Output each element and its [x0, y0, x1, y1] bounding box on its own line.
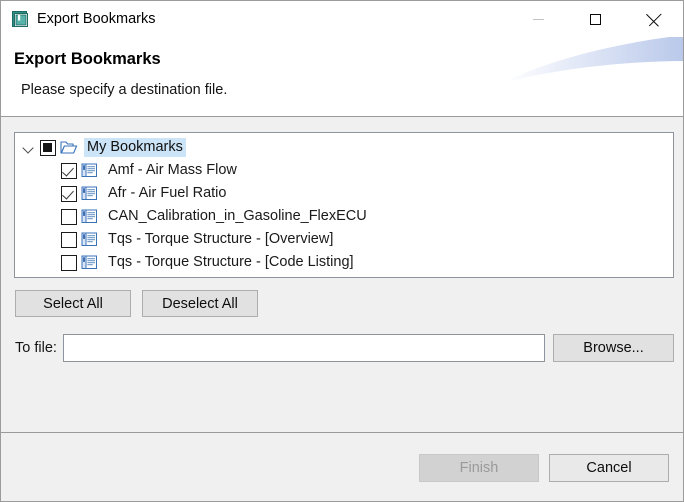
bookmarks-export-icon	[11, 10, 30, 29]
tree-root-checkbox[interactable]	[40, 139, 56, 156]
minimize-icon	[532, 18, 544, 20]
tree-item-label: Tqs - Torque Structure - [Code Listing]	[108, 254, 354, 270]
open-folder-icon	[60, 140, 79, 156]
tree-item-checkbox[interactable]	[61, 208, 77, 225]
tree-item-checkbox[interactable]	[61, 162, 77, 179]
tree-root-label: My Bookmarks	[84, 138, 186, 157]
browse-button[interactable]: Browse...	[553, 334, 674, 362]
tree-item-label: Amf - Air Mass Flow	[108, 162, 237, 178]
tree-item-checkbox[interactable]	[61, 185, 77, 202]
tree-root-item[interactable]: My Bookmarks	[15, 136, 673, 159]
tree-item[interactable]: CAN_Calibration_in_Gasoline_FlexECU	[15, 205, 673, 228]
chevron-down-icon[interactable]	[21, 140, 37, 156]
close-icon	[648, 13, 661, 26]
tree-item[interactable]: Tqs - Torque Structure - [Code Listing]	[15, 251, 673, 274]
tree-item[interactable]: Afr - Air Fuel Ratio	[15, 182, 673, 205]
tree-item-checkbox[interactable]	[61, 254, 77, 271]
cancel-button[interactable]: Cancel	[549, 454, 669, 482]
bookmark-document-icon	[81, 209, 100, 225]
to-file-label: To file:	[15, 340, 57, 356]
tree-item[interactable]: Amf - Air Mass Flow	[15, 159, 673, 182]
title-bar: Export Bookmarks	[1, 0, 683, 37]
tree-item-label: Tqs - Torque Structure - [Overview]	[108, 231, 334, 247]
deselect-all-button[interactable]: Deselect All	[142, 290, 258, 317]
to-file-input[interactable]	[63, 334, 545, 362]
tree-item[interactable]: Tqs - Torque Structure - [Overview]	[15, 228, 673, 251]
header-swoosh-decoration	[503, 37, 683, 83]
maximize-button[interactable]	[572, 1, 618, 37]
page-subtitle: Please specify a destination file.	[21, 82, 228, 98]
bookmark-document-icon	[81, 232, 100, 248]
bookmark-document-icon	[81, 255, 100, 271]
export-bookmarks-dialog: Export Bookmarks Export Bookmarks Please…	[0, 0, 684, 502]
footer-separator	[1, 432, 683, 433]
bookmark-document-icon	[81, 163, 100, 179]
page-title: Export Bookmarks	[14, 50, 161, 68]
tree-item-label: CAN_Calibration_in_Gasoline_FlexECU	[108, 208, 367, 224]
tree-item-checkbox[interactable]	[61, 231, 77, 248]
bookmark-document-icon	[81, 186, 100, 202]
select-all-button[interactable]: Select All	[15, 290, 131, 317]
finish-button[interactable]: Finish	[419, 454, 539, 482]
close-button[interactable]	[631, 1, 677, 37]
dialog-header: Export Bookmarks Please specify a destin…	[1, 37, 683, 117]
minimize-button[interactable]	[515, 1, 561, 37]
bookmarks-tree[interactable]: My Bookmarks Amf - Air Mass Flow Afr - A…	[14, 132, 674, 278]
tree-item-label: Afr - Air Fuel Ratio	[108, 185, 227, 201]
maximize-icon	[589, 13, 601, 25]
window-title: Export Bookmarks	[37, 11, 156, 27]
